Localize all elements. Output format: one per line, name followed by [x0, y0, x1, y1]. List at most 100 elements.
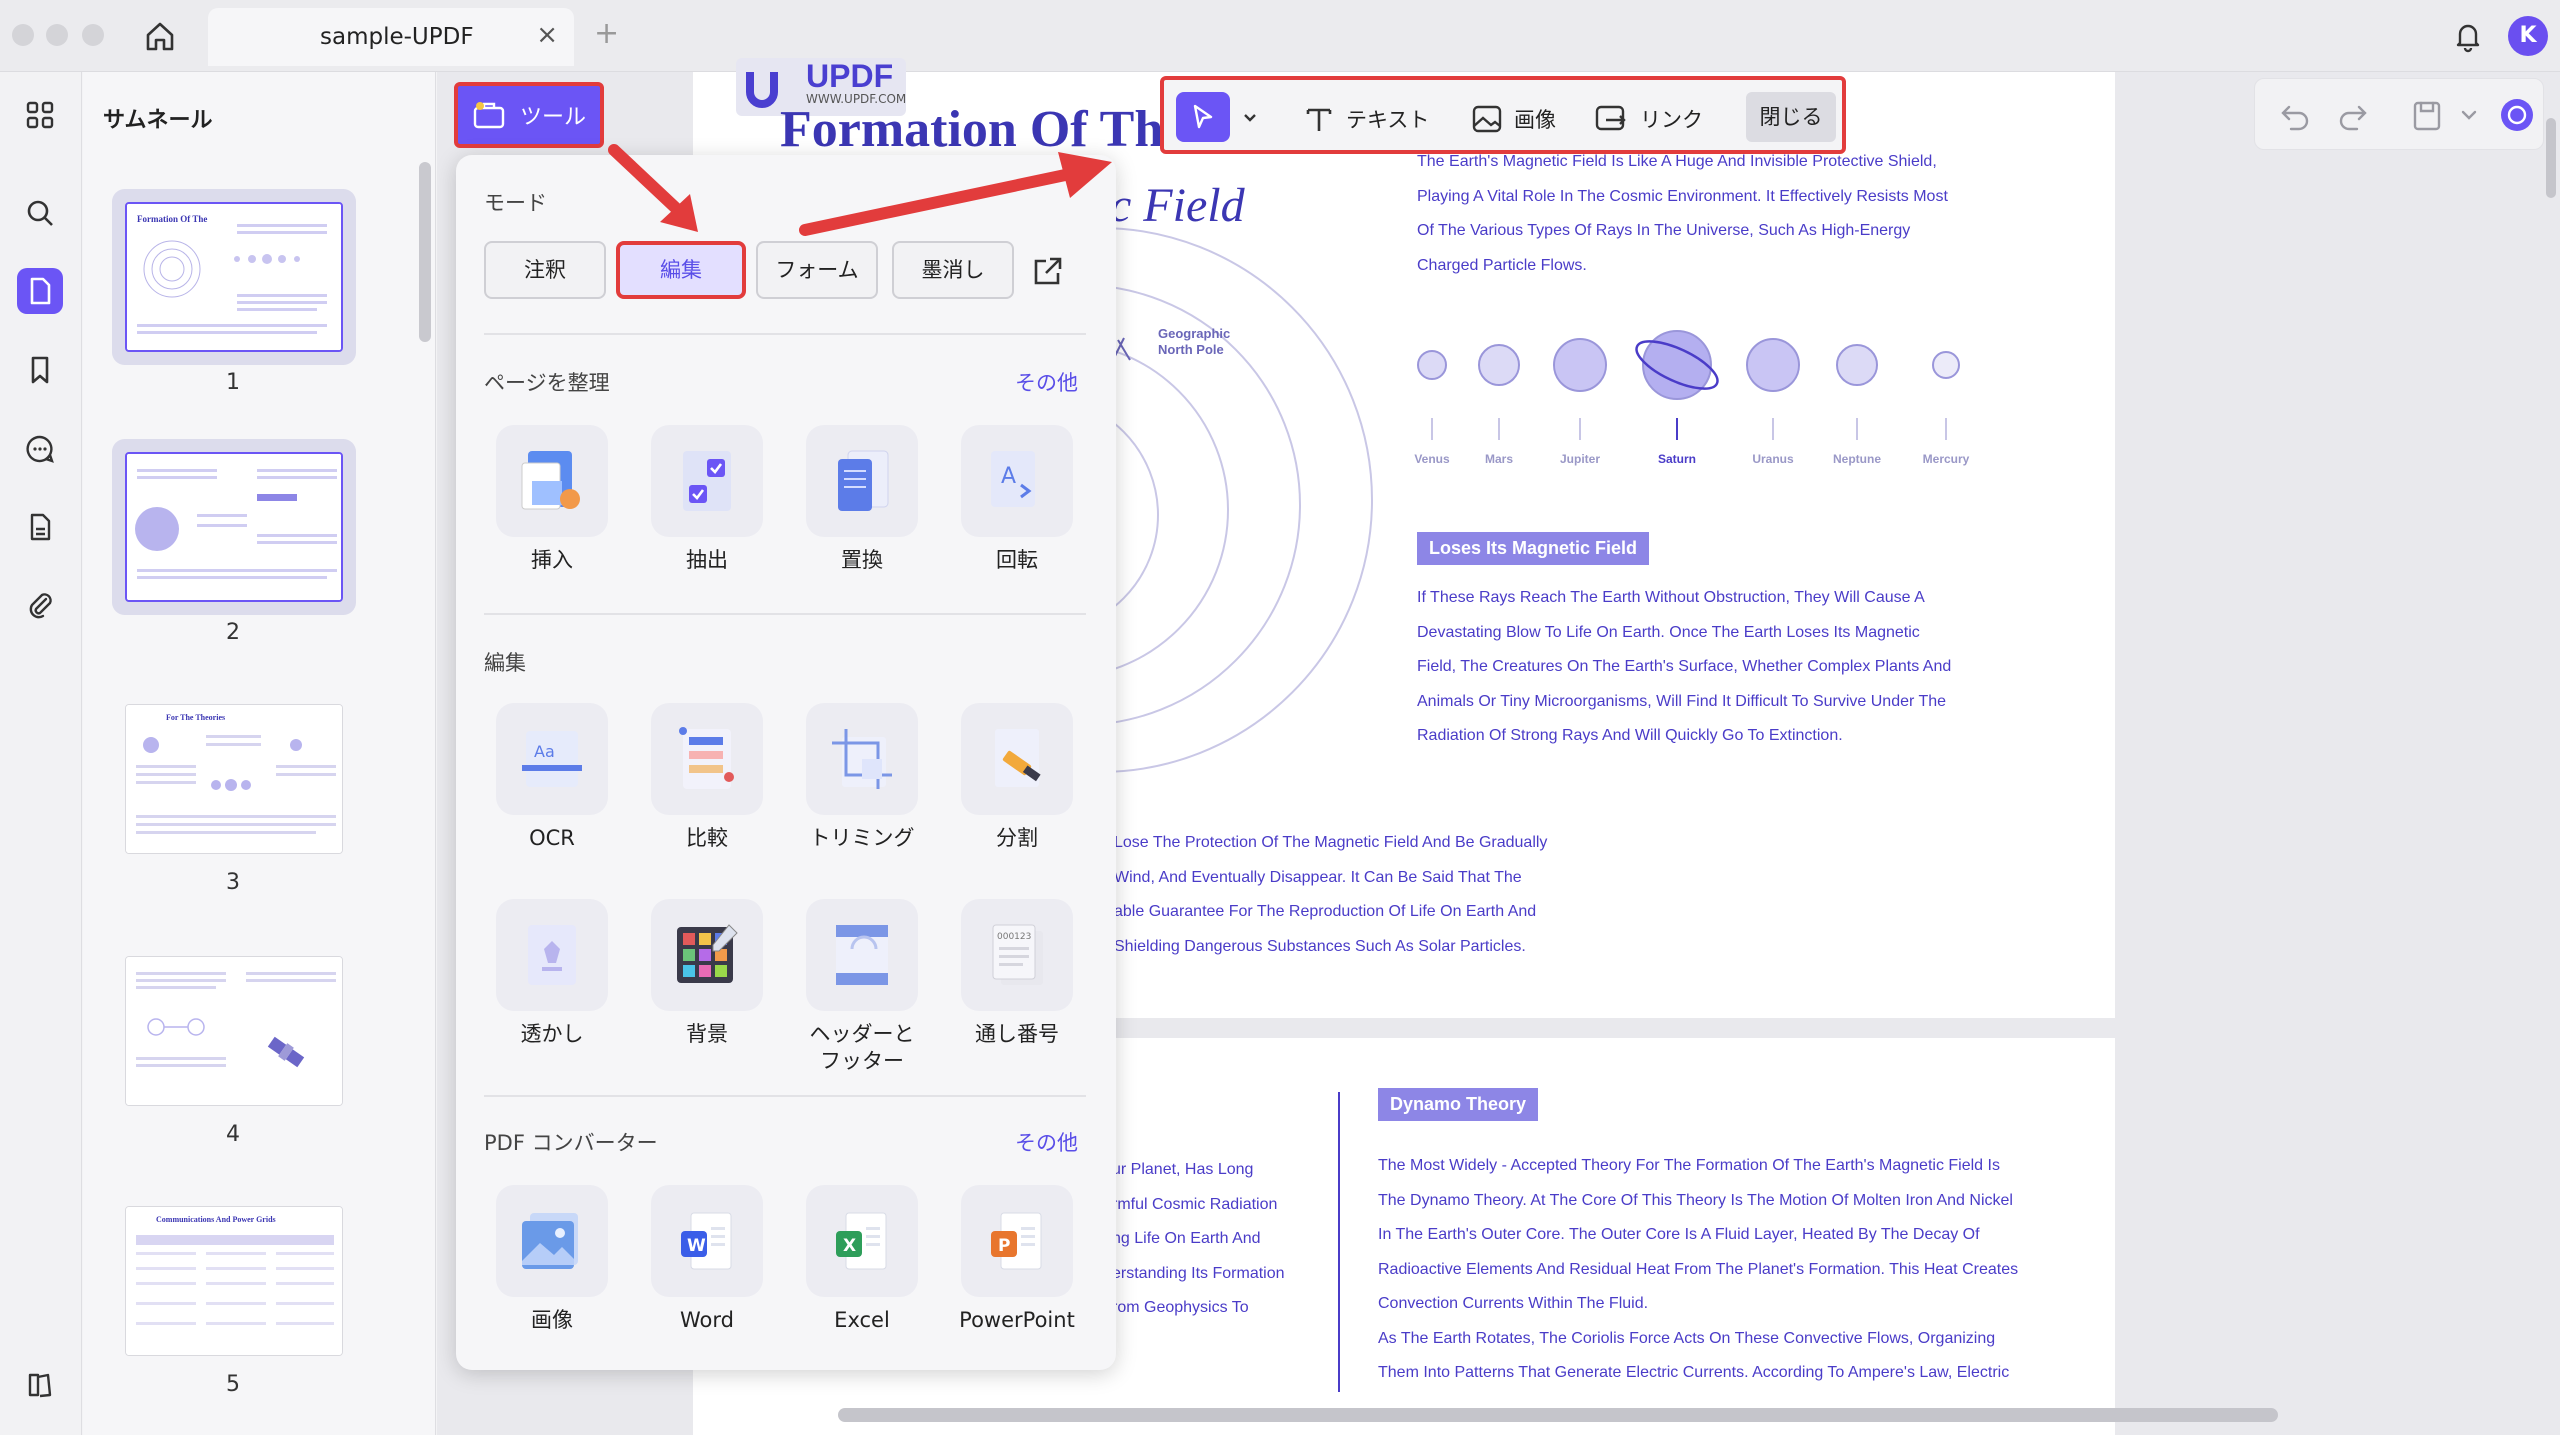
page-title: Formation Of Th: [780, 101, 1164, 158]
svg-text:000123: 000123: [997, 932, 1031, 942]
tool-label: OCR: [529, 826, 575, 850]
geographic-north-pole-label: Geographic North Pole: [1158, 326, 1231, 357]
tool-label: Word: [680, 1308, 734, 1332]
cursor-icon: [1193, 104, 1213, 129]
converter-more-link[interactable]: その他: [1015, 1127, 1078, 1157]
organize-more-link[interactable]: その他: [1015, 367, 1078, 397]
home-icon[interactable]: [140, 16, 180, 56]
mode-edit-button[interactable]: 編集: [616, 241, 746, 299]
layers-icon[interactable]: [17, 1362, 63, 1408]
link-icon: [1595, 105, 1626, 131]
tool-label: Excel: [834, 1308, 890, 1332]
bookmark-icon[interactable]: [17, 347, 63, 393]
convert-word-icon[interactable]: W: [651, 1185, 763, 1297]
mode-form-button[interactable]: フォーム: [756, 241, 878, 299]
compare-icon[interactable]: [651, 703, 763, 815]
tab-close-icon[interactable]: ×: [536, 20, 558, 50]
header-footer-icon[interactable]: [806, 899, 918, 1011]
vertical-scrollbar[interactable]: [2546, 118, 2556, 198]
planet-label: Uranus: [1752, 452, 1794, 466]
column-divider: [1338, 1092, 1340, 1392]
redo-icon: [2339, 105, 2367, 131]
page2-left-column: ur Planet, Has Long rmful Cosmic Radiati…: [1112, 1161, 1285, 1316]
thumbnail-page-3[interactable]: For The Theories: [125, 704, 343, 854]
title-bar: sample-UPDF × + K: [0, 0, 2560, 72]
thumbnail-number: 3: [226, 870, 240, 895]
tool-label: トリミング: [809, 826, 915, 850]
thumbnail-number: 1: [226, 370, 240, 395]
ocr-icon[interactable]: Aa: [496, 703, 608, 815]
svg-text:A: A: [1001, 464, 1016, 489]
new-tab-icon[interactable]: +: [594, 16, 619, 51]
intro-paragraph: The Earth's Magnetic Field Is Like A Hug…: [1417, 153, 1948, 274]
select-cursor-button[interactable]: [1176, 92, 1230, 142]
close-edit-button[interactable]: 閉じる: [1746, 92, 1836, 142]
convert-excel-icon[interactable]: X: [806, 1185, 918, 1297]
grid-icon[interactable]: [17, 92, 63, 138]
tool-label: 置換: [841, 548, 883, 572]
document-info-icon[interactable]: [17, 504, 63, 550]
avatar[interactable]: K: [2508, 16, 2548, 56]
crop-icon[interactable]: [806, 703, 918, 815]
right-toolbar: [2254, 78, 2544, 150]
rotate-page-icon[interactable]: A: [961, 425, 1073, 537]
comment-icon[interactable]: [17, 426, 63, 472]
thumbnail-page-2[interactable]: [125, 452, 343, 602]
background-icon[interactable]: [651, 899, 763, 1011]
tool-label: 透かし: [520, 1022, 584, 1046]
watermark-icon[interactable]: [496, 899, 608, 1011]
svg-text:Aa: Aa: [534, 742, 555, 761]
thumbnails-title: サムネール: [103, 108, 213, 133]
mode-section-title: モード: [484, 191, 547, 215]
tool-label: 通し番号: [975, 1022, 1059, 1046]
svg-text:X: X: [843, 1236, 856, 1256]
thumbnails-scrollbar[interactable]: [419, 162, 431, 342]
convert-powerpoint-icon[interactable]: P: [961, 1185, 1073, 1297]
mode-redact-button[interactable]: 墨消し: [892, 241, 1014, 299]
tool-label: 抽出: [686, 548, 728, 572]
attachment-icon[interactable]: [17, 582, 63, 628]
dynamo-theory-heading: Dynamo Theory: [1378, 1088, 1539, 1121]
svg-text:Formation Of The: Formation Of The: [137, 214, 207, 224]
svg-text:For The Theories: For The Theories: [166, 713, 225, 722]
tools-button[interactable]: ツール: [454, 82, 604, 148]
convert-image-icon[interactable]: [496, 1185, 608, 1297]
document-tab[interactable]: sample-UPDF ×: [208, 8, 574, 66]
thumbnail-page-4[interactable]: [125, 956, 343, 1106]
add-text-button[interactable]: テキスト: [1302, 102, 1429, 136]
window-close-dot[interactable]: [12, 24, 34, 46]
mode-annotate-button[interactable]: 注釈: [484, 241, 606, 299]
divider: [484, 333, 1086, 335]
horizontal-scrollbar[interactable]: [838, 1408, 2278, 1422]
add-image-button[interactable]: 画像: [1470, 102, 1556, 136]
thumbnail-page-1[interactable]: Formation Of The: [125, 202, 343, 352]
thumbnail-page-5[interactable]: Communications And Power Grids: [125, 1206, 343, 1356]
divider: [484, 613, 1086, 615]
window-minimize-dot[interactable]: [46, 24, 68, 46]
chevron-down-icon[interactable]: [1242, 110, 1258, 126]
thumbnail-number: 4: [226, 1122, 240, 1147]
replace-page-icon[interactable]: [806, 425, 918, 537]
search-icon[interactable]: [17, 190, 63, 236]
toolbox-icon: [473, 102, 505, 129]
insert-page-icon[interactable]: [496, 425, 608, 537]
thumbnails-panel: サムネール Formation Of The 1 2 For The Theor…: [83, 72, 436, 1435]
tab-title: sample-UPDF: [320, 24, 474, 50]
svg-text:Communications And Power Grids: Communications And Power Grids: [156, 1215, 276, 1224]
thumbnails-page-icon[interactable]: [17, 268, 63, 314]
add-link-button[interactable]: リンク: [1594, 102, 1703, 136]
planet-label: Saturn: [1657, 452, 1696, 466]
planet-label: Mars: [1484, 452, 1513, 466]
extract-page-icon[interactable]: [651, 425, 763, 537]
partial-paragraph: Lose The Protection Of The Magnetic Fiel…: [1114, 834, 1548, 955]
thumbnail-number: 2: [226, 620, 240, 645]
organize-section-title: ページを整理: [484, 371, 610, 395]
bates-number-icon[interactable]: 000123: [961, 899, 1073, 1011]
window-zoom-dot[interactable]: [82, 24, 104, 46]
logo-text: UPDF: [806, 58, 894, 94]
bell-icon[interactable]: [2450, 18, 2486, 54]
split-icon[interactable]: [961, 703, 1073, 815]
open-external-icon[interactable]: [1028, 251, 1068, 291]
image-icon: [1472, 105, 1502, 133]
loses-magnetic-field-heading: Loses Its Magnetic Field: [1417, 532, 1650, 565]
